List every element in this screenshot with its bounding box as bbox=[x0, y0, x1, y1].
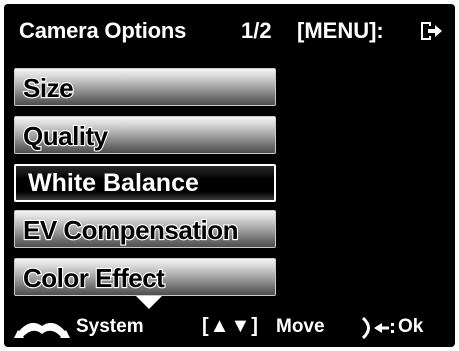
menu-item-label: Color Effect bbox=[22, 262, 166, 294]
system-label: System bbox=[76, 316, 144, 337]
footer-hints: System [▲▼] Move Ok bbox=[4, 314, 455, 344]
menu-item-ev-compensation[interactable]: EV Compensation bbox=[14, 210, 276, 248]
up-down-keys-hint: [▲▼] bbox=[202, 315, 259, 337]
page-indicator: 1/2 bbox=[241, 18, 272, 43]
header: Camera Options 1/2 [MENU]: bbox=[4, 18, 455, 50]
page-title: Camera Options bbox=[19, 18, 187, 43]
exit-icon[interactable] bbox=[419, 20, 443, 42]
system-tab-icon bbox=[14, 322, 70, 338]
menu-key-hint: [MENU]: bbox=[297, 18, 384, 43]
menu-item-white-balance[interactable]: White Balance bbox=[14, 164, 276, 202]
menu-item-label: Quality bbox=[22, 120, 109, 152]
enter-key-icon bbox=[361, 316, 394, 340]
menu-item-label: White Balance bbox=[28, 169, 199, 197]
menu-item-quality[interactable]: Quality bbox=[14, 116, 276, 154]
menu-item-label: Size bbox=[22, 72, 75, 104]
scroll-down-arrow-icon[interactable] bbox=[136, 296, 162, 310]
menu-item-size[interactable]: Size bbox=[14, 68, 276, 106]
ok-label: Ok bbox=[398, 316, 424, 337]
camera-options-screen: Camera Options 1/2 [MENU]: Size Quality … bbox=[4, 4, 455, 347]
menu-item-label: EV Compensation bbox=[22, 214, 240, 246]
move-label: Move bbox=[276, 316, 325, 337]
menu-item-color-effect[interactable]: Color Effect bbox=[14, 258, 276, 296]
